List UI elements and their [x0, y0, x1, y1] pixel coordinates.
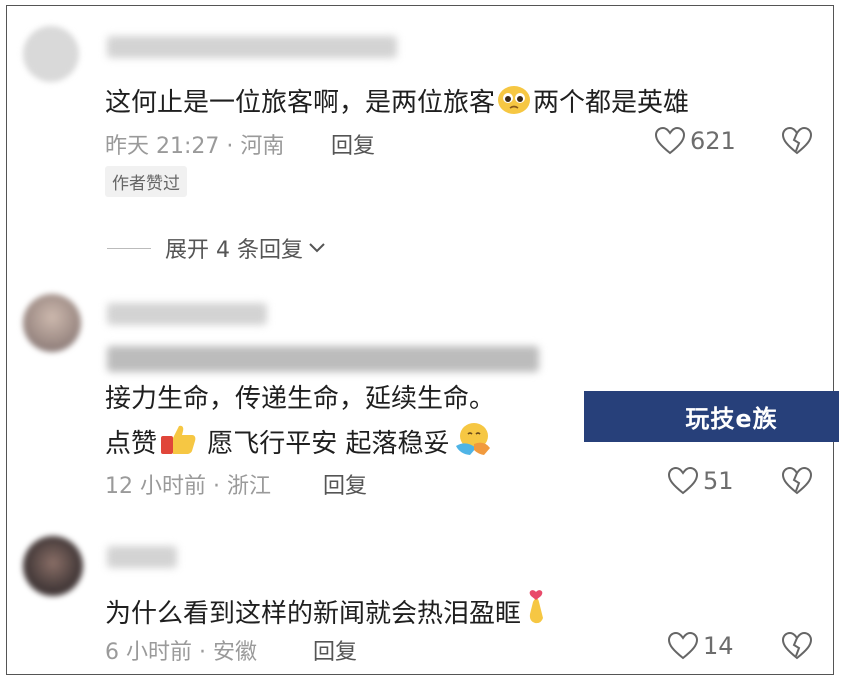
reply-button[interactable]: 回复: [323, 468, 367, 500]
watermark-logo: 玩技e族: [584, 391, 839, 442]
comment-list: 这何止是一位旅客啊，是两位旅客 两个都是英雄 昨天 21:27 · 河南 回复 …: [6, 5, 834, 675]
expand-replies-button[interactable]: 展开 4 条回复: [107, 232, 327, 264]
avatar[interactable]: [23, 294, 81, 352]
username-redacted: [107, 36, 397, 58]
expand-replies-label: 展开 4 条回复: [165, 238, 303, 263]
comment-text: 这何止是一位旅客啊，是两位旅客 两个都是英雄: [105, 82, 689, 122]
hugging-face-icon: [452, 422, 492, 463]
comment-text: 点赞 愿飞行平安 起落稳妥: [105, 422, 494, 463]
reply-button[interactable]: 回复: [313, 634, 357, 666]
broken-heart-icon: [781, 631, 813, 660]
broken-heart-icon: [781, 126, 813, 155]
pleading-face-icon: [497, 85, 531, 122]
timestamp: 6 小时前: [105, 640, 192, 665]
timestamp: 昨天 21:27: [105, 134, 220, 159]
heart-icon: [667, 631, 699, 660]
avatar[interactable]: [23, 26, 79, 82]
comment-text-part: 这何止是一位旅客啊，是两位旅客: [105, 88, 496, 118]
chevron-down-icon: [309, 243, 325, 253]
like-button[interactable]: 14: [667, 631, 734, 661]
comment-text: 为什么看到这样的新闻就会热泪盈眶: [105, 588, 555, 633]
location: 浙江: [226, 474, 271, 499]
heart-icon: [654, 126, 686, 155]
timestamp: 12 小时前: [105, 474, 206, 499]
reply-button[interactable]: 回复: [331, 128, 375, 160]
comment-text: 接力生命，传递生命，延续生命。: [105, 384, 496, 414]
comment-meta: 12 小时前 · 浙江: [105, 474, 271, 499]
like-count: 51: [703, 467, 734, 495]
divider: [107, 247, 151, 249]
thumbs-up-icon: [159, 422, 197, 463]
finger-heart-icon: [523, 588, 553, 633]
like-button[interactable]: 621: [654, 126, 736, 156]
comment-text-part: 两个都是英雄: [533, 88, 690, 118]
username-redacted: [107, 546, 177, 568]
comment-meta: 昨天 21:27 · 河南: [105, 134, 285, 159]
dislike-button[interactable]: [781, 631, 813, 665]
location: 安徽: [212, 640, 257, 665]
comment-text-part: 点赞: [105, 429, 158, 459]
like-count: 14: [703, 632, 734, 660]
avatar[interactable]: [23, 536, 83, 596]
like-button[interactable]: 51: [667, 466, 734, 496]
broken-heart-icon: [781, 466, 813, 495]
like-count: 621: [690, 127, 736, 155]
author-liked-tag: 作者赞过: [105, 166, 187, 197]
comment-text-redacted: [107, 346, 539, 372]
dislike-button[interactable]: [781, 126, 813, 160]
comment-text-part: 为什么看到这样的新闻就会热泪盈眶: [105, 599, 522, 629]
watermark-text: 玩技e族: [685, 405, 778, 433]
username-redacted: [107, 303, 267, 325]
comment-meta: 6 小时前 · 安徽: [105, 640, 257, 665]
heart-icon: [667, 466, 699, 495]
location: 河南: [240, 134, 285, 159]
comment-text-part: 愿飞行平安 起落稳妥: [207, 429, 450, 459]
dislike-button[interactable]: [781, 466, 813, 500]
